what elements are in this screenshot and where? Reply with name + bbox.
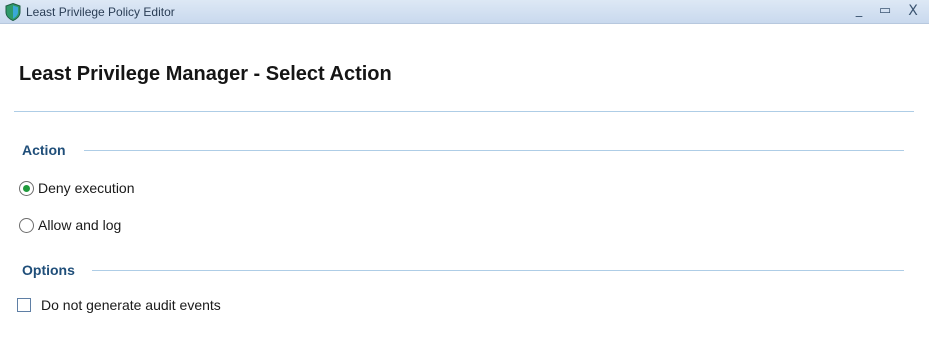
no-audit-events-label: Do not generate audit events — [41, 297, 221, 313]
action-section-divider — [84, 150, 904, 151]
minimize-button[interactable]: _ — [848, 0, 870, 22]
close-button[interactable]: X — [902, 0, 924, 22]
allow-and-log-label: Allow and log — [38, 217, 122, 233]
radio-selected-icon[interactable] — [19, 180, 34, 196]
page-title: Least Privilege Manager - Select Action — [19, 63, 392, 85]
window-title: Least Privilege Policy Editor — [26, 5, 175, 19]
action-section-title: Action — [22, 142, 66, 158]
header-divider — [14, 111, 914, 112]
deny-execution-label: Deny execution — [38, 180, 135, 196]
options-section-title: Options — [22, 262, 75, 278]
no-audit-events-checkbox[interactable] — [17, 298, 31, 312]
shield-icon — [5, 3, 21, 21]
radio-unselected-icon[interactable] — [19, 217, 34, 233]
deny-execution-radio[interactable]: Deny execution — [19, 180, 135, 196]
no-audit-events-checkbox-row[interactable]: Do not generate audit events — [17, 297, 221, 313]
maximize-button[interactable]: ▭ — [874, 0, 896, 22]
allow-and-log-radio[interactable]: Allow and log — [19, 217, 121, 233]
title-bar[interactable]: Least Privilege Policy Editor _ ▭ X — [0, 0, 929, 24]
policy-editor-window: Least Privilege Policy Editor _ ▭ X Leas… — [0, 0, 929, 338]
options-section-divider — [92, 270, 904, 271]
